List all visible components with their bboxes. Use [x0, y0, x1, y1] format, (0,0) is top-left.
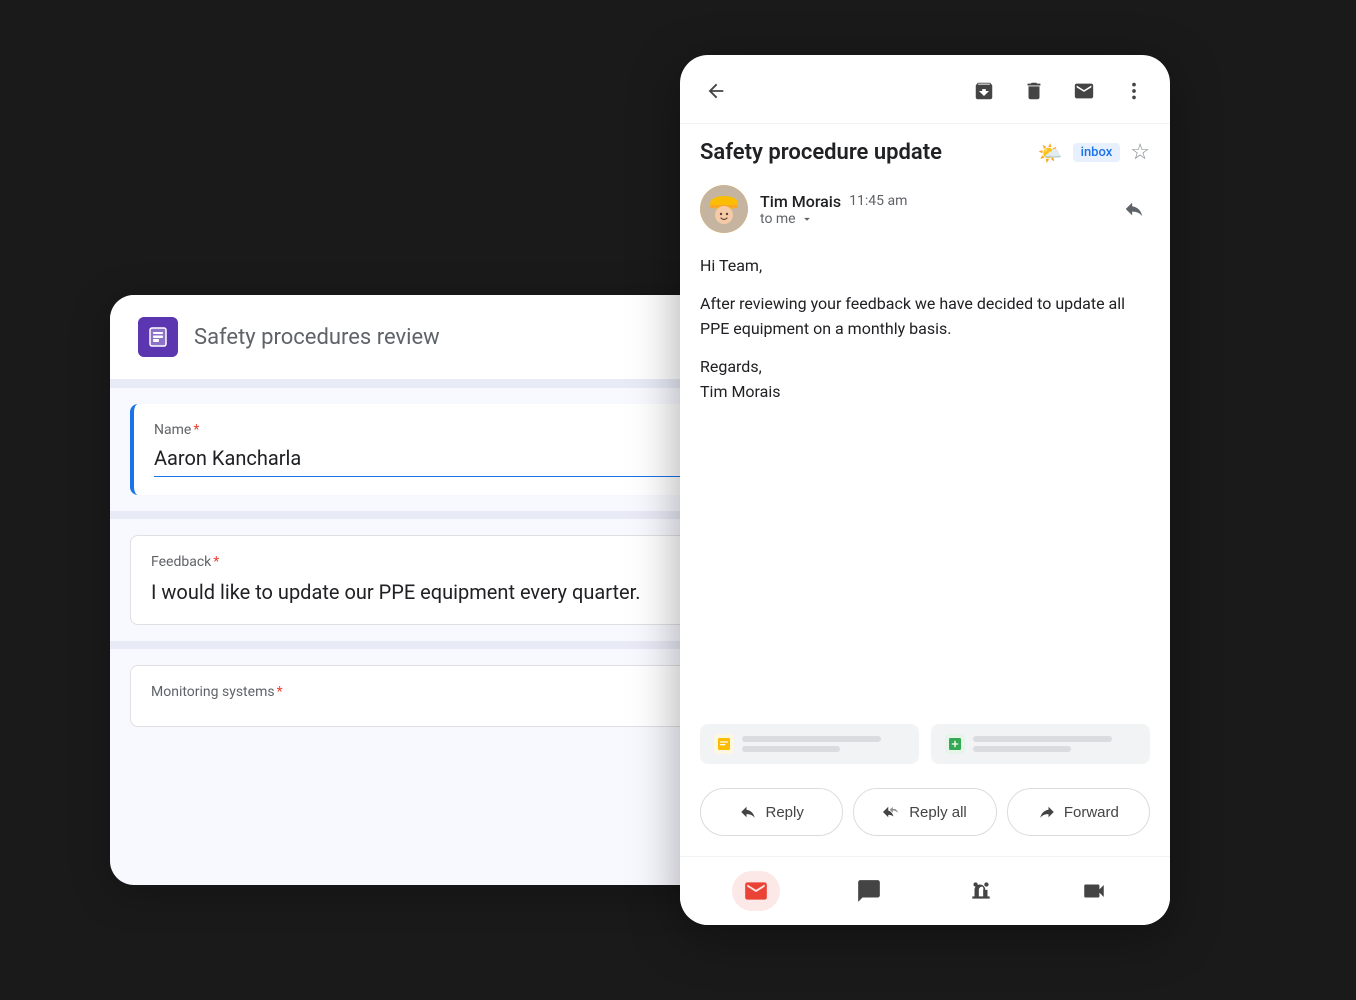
feedback-field-value[interactable]: I would like to update our PPE equipment…: [151, 578, 679, 606]
section-divider-2: [110, 641, 720, 649]
chip-lines-2: [973, 736, 1136, 752]
sender-name: Tim Morais: [760, 192, 841, 211]
name-field-label: Name*: [154, 422, 680, 438]
monitoring-field-block: Monitoring systems*: [130, 665, 700, 727]
back-button[interactable]: [700, 75, 732, 107]
nav-video[interactable]: [1070, 871, 1118, 911]
sender-to[interactable]: to me: [760, 211, 1106, 227]
inbox-badge[interactable]: inbox: [1073, 143, 1121, 162]
smart-reply-chip-1[interactable]: [700, 724, 919, 764]
email-subject: Safety procedure update: [700, 140, 1028, 165]
more-options-button[interactable]: [1118, 75, 1150, 107]
name-field-block: Name* Aaron Kancharla: [130, 404, 700, 495]
email-body: Hi Team, After reviewing your feedback w…: [680, 245, 1170, 712]
smart-replies: [680, 712, 1170, 776]
forms-card: Safety procedures review Name* Aaron Kan…: [110, 295, 720, 885]
star-button[interactable]: ☆: [1130, 140, 1150, 165]
avatar: [700, 185, 748, 233]
subject-row: Safety procedure update 🌤️ inbox ☆: [680, 124, 1170, 177]
nav-mail[interactable]: [732, 871, 780, 911]
chip-line: [742, 736, 881, 742]
smart-reply-chip-2[interactable]: [931, 724, 1150, 764]
smart-reply-icon-2: [945, 734, 965, 754]
bottom-nav: [680, 856, 1170, 925]
archive-button[interactable]: [968, 75, 1000, 107]
chip-line: [973, 746, 1071, 752]
toolbar-right: [968, 75, 1150, 107]
email-content: After reviewing your feedback we have de…: [700, 291, 1150, 342]
reply-button[interactable]: Reply: [700, 788, 843, 836]
toolbar-left: [700, 75, 732, 107]
feedback-field-label: Feedback*: [151, 554, 679, 570]
email-closing: Regards,Tim Morais: [700, 354, 1150, 405]
forms-top-divider: [110, 380, 720, 388]
reply-top-button[interactable]: [1118, 193, 1150, 225]
sender-row: Tim Morais 11:45 am to me: [680, 177, 1170, 245]
feedback-field-block: Feedback* I would like to update our PPE…: [130, 535, 700, 625]
email-greeting: Hi Team,: [700, 253, 1150, 279]
forms-icon: [138, 317, 178, 357]
nav-meet[interactable]: [957, 871, 1005, 911]
nav-chat[interactable]: [845, 871, 893, 911]
section-divider-1: [110, 511, 720, 519]
forms-header: Safety procedures review: [110, 295, 720, 380]
sender-time: 11:45 am: [849, 193, 907, 209]
chip-line: [742, 746, 840, 752]
smart-reply-icon-1: [714, 734, 734, 754]
forms-title: Safety procedures review: [194, 325, 440, 350]
delete-button[interactable]: [1018, 75, 1050, 107]
action-buttons: Reply Reply all Forward: [680, 776, 1170, 856]
gmail-card: Safety procedure update 🌤️ inbox ☆: [680, 55, 1170, 925]
reply-all-button[interactable]: Reply all: [853, 788, 996, 836]
weather-emoji: 🌤️: [1038, 141, 1063, 165]
chip-line: [973, 736, 1112, 742]
sender-info: Tim Morais 11:45 am to me: [760, 192, 1106, 227]
mark-unread-button[interactable]: [1068, 75, 1100, 107]
name-field-value[interactable]: Aaron Kancharla: [154, 446, 680, 477]
sender-name-row: Tim Morais 11:45 am: [760, 192, 1106, 211]
forward-button[interactable]: Forward: [1007, 788, 1150, 836]
monitoring-field-label: Monitoring systems*: [151, 684, 679, 700]
chip-lines-1: [742, 736, 905, 752]
gmail-toolbar: [680, 55, 1170, 124]
